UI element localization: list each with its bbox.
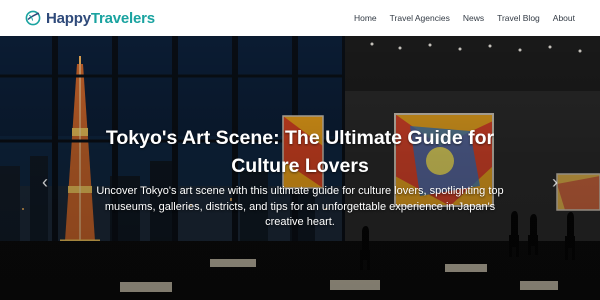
carousel-prev-button[interactable]: ‹ [38, 172, 52, 192]
hero-subtitle: Uncover Tokyo's art scene with this ulti… [96, 185, 504, 228]
site-logo[interactable]: HappyTravelers [25, 10, 155, 26]
nav-item-travel-blog[interactable]: Travel Blog [497, 13, 540, 23]
chevron-right-icon: › [552, 172, 558, 192]
nav-item-travel-agencies[interactable]: Travel Agencies [390, 13, 450, 23]
site-header: HappyTravelers Home Travel Agencies News… [0, 0, 600, 36]
carousel-next-button[interactable]: › [548, 172, 562, 192]
nav-item-about[interactable]: About [553, 13, 575, 23]
nav-item-news[interactable]: News [463, 13, 484, 23]
brand-name-part1: Happy [46, 9, 91, 27]
chevron-left-icon: ‹ [42, 172, 48, 192]
hero-title: Tokyo's Art Scene: The Ultimate Guide fo… [105, 127, 495, 177]
page: HappyTravelers Home Travel Agencies News… [0, 0, 600, 300]
globe-plane-icon [25, 10, 41, 26]
brand-name-part2: Travelers [90, 9, 155, 27]
main-nav: Home Travel Agencies News Travel Blog Ab… [354, 13, 575, 23]
brand-name: HappyTravelers [46, 11, 155, 26]
hero-carousel: Tokyo's Art Scene: The Ultimate Guide fo… [0, 36, 600, 300]
nav-item-home[interactable]: Home [354, 13, 377, 23]
